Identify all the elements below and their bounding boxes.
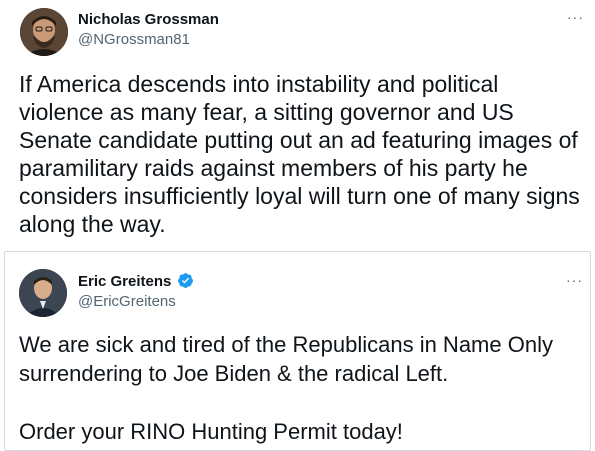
avatar-eric-greitens[interactable] [19,269,67,317]
author-name[interactable]: Nicholas Grossman [78,11,219,28]
author-name[interactable]: Eric Greitens [78,273,171,290]
quoted-text-line: We are sick and tired of the Republicans… [19,332,553,357]
quoted-text-line: surrendering to Joe Biden & the radical … [19,361,449,386]
outer-tweet: Nicholas Grossman @NGrossman81 ··· If Am… [0,0,595,248]
quoted-text-line: Order your RINO Hunting Permit today! [19,419,403,444]
quoted-tweet[interactable]: Eric Greitens @EricGreitens ··· We are s… [4,251,591,451]
more-options-icon[interactable]: ··· [566,273,583,287]
author-handle[interactable]: @EricGreitens [78,293,176,310]
avatar-nicholas-grossman[interactable] [20,8,68,56]
quoted-tweet-text: We are sick and tired of the Republicans… [19,330,585,446]
tweet-text: If America descends into instability and… [19,71,580,237]
verified-badge-icon [178,273,193,288]
more-options-icon[interactable]: ··· [567,10,584,24]
author-handle[interactable]: @NGrossman81 [78,31,190,48]
